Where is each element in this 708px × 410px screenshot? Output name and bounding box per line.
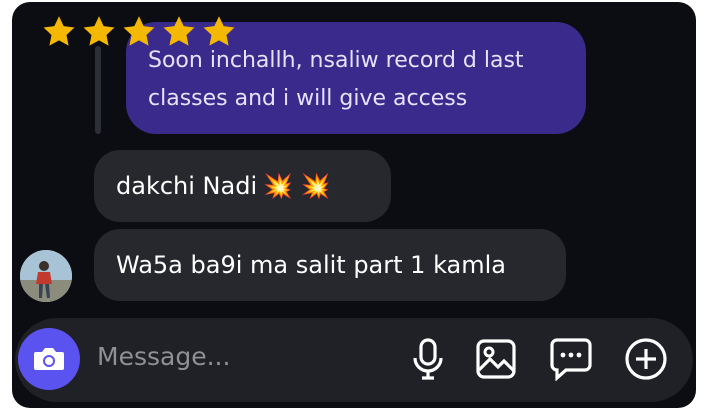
star-icon [83,16,115,46]
message-text: Wa5a ba9i ma salit part 1 kamla [116,251,506,279]
star-icon [163,16,195,46]
camera-button[interactable] [18,328,80,390]
chat-icon [550,338,592,381]
add-button[interactable] [623,336,669,382]
star-icon [43,16,75,46]
rating-stars [40,14,238,50]
gallery-button[interactable] [473,336,519,382]
star-icon [203,16,235,46]
avatar[interactable] [20,250,72,302]
message-bubble-received[interactable]: dakchi Nadi 💥 💥 [94,150,391,222]
image-icon [476,339,516,379]
message-text: dakchi Nadi [116,172,258,200]
message-text: Soon inchallh, nsaliw record d last clas… [148,48,524,111]
message-composer: Message... [15,318,693,402]
message-bubble-received[interactable]: Wa5a ba9i ma salit part 1 kamla [94,229,566,301]
message-input[interactable]: Message... [97,342,230,371]
avatar-image [20,250,72,302]
star-icon [123,16,155,46]
collision-emoji: 💥 💥 [263,172,331,200]
camera-icon [34,348,64,370]
reply-indicator [95,46,101,134]
microphone-button[interactable] [405,336,451,382]
sticker-button[interactable] [548,336,594,382]
chat-screen: Soon inchallh, nsaliw record d last clas… [12,2,696,408]
plus-icon [625,338,667,380]
microphone-icon [413,338,443,380]
